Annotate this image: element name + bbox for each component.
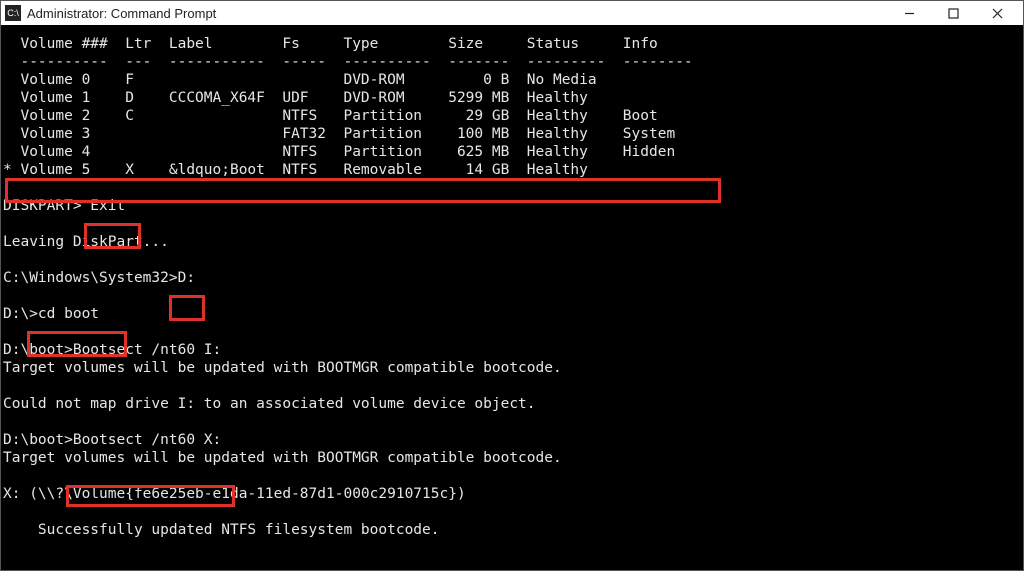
terminal-output[interactable]: Volume ### Ltr Label Fs Type Size Status… bbox=[1, 25, 1023, 570]
close-button[interactable] bbox=[975, 1, 1019, 25]
maximize-button[interactable] bbox=[931, 1, 975, 25]
minimize-button[interactable] bbox=[887, 1, 931, 25]
window-title: Administrator: Command Prompt bbox=[27, 6, 216, 21]
titlebar[interactable]: C:\ Administrator: Command Prompt bbox=[1, 1, 1023, 26]
cmd-icon: C:\ bbox=[5, 5, 21, 21]
cmd-window: C:\ Administrator: Command Prompt Volume… bbox=[0, 0, 1024, 571]
